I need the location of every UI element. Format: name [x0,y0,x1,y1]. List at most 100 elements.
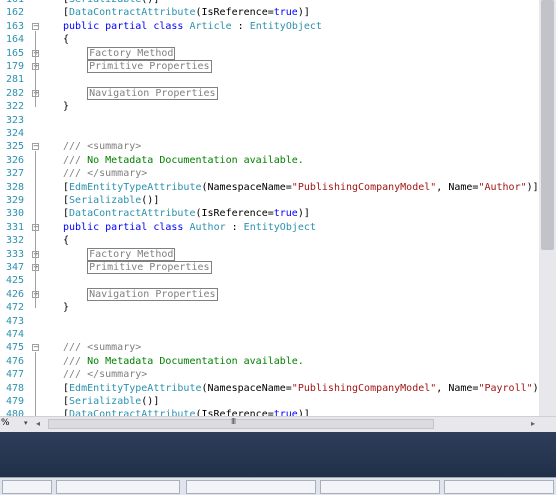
line-number: 426 [6,288,25,300]
code-line[interactable]: 332 { [0,234,539,247]
code-token: public [63,221,100,233]
code-text: /// <summary> [63,140,141,153]
code-line[interactable]: 474 [0,328,539,341]
code-line[interactable]: 480 [DataContractAttribute(IsReference=tr… [0,408,539,416]
code-token: )] [297,409,310,416]
code-line[interactable]: 326 /// No Metadata Documentation availab… [0,154,539,167]
taskbar-button[interactable] [444,480,554,494]
collapsed-region[interactable]: Navigation Properties [87,287,218,301]
code-token: "Payroll" [478,382,533,394]
code-text: } [63,301,69,314]
scroll-left-arrow-icon[interactable]: ◂ [36,419,40,428]
code-token: Serializable [69,0,141,5]
line-number: 324 [6,128,25,139]
code-line[interactable]: 476 /// No Metadata Documentation availab… [0,355,539,368]
code-line[interactable]: 324 [0,127,539,140]
line-number: 282 [6,87,25,99]
code-line[interactable]: 478 [EdmEntityTypeAttribute(NamespaceName… [0,382,539,395]
line-number: 162 [6,7,25,19]
code-text: /// </summary> [63,368,147,381]
code-token: partial [105,20,148,32]
code-line[interactable]: 472} [0,301,539,314]
code-token: DataContractAttribute [69,208,196,220]
code-line[interactable]: 329 [Serializable()] [0,194,539,207]
line-number: 281 [6,74,25,86]
output-panel-header [0,432,556,477]
code-line[interactable]: 479 [Serializable()] [0,395,539,408]
code-line[interactable]: 165+ Factory Method [0,46,539,60]
code-line[interactable]: 162 [DataContractAttribute(IsReference=tr… [0,6,539,19]
code-line[interactable]: 333+ Factory Method [0,247,539,261]
taskbar-button[interactable] [56,480,180,494]
code-token: true [273,7,298,19]
code-line[interactable]: 425 [0,274,539,287]
horizontal-scroll-thumb[interactable] [48,419,434,429]
outline-guide [35,30,36,108]
collapsed-region[interactable]: Navigation Properties [87,86,218,100]
collapsed-region[interactable]: Primitive Properties [87,60,212,73]
code-line[interactable]: 426+ Navigation Properties [0,287,539,301]
vertical-scroll-thumb[interactable] [541,0,554,250]
code-token: (IsReference= [195,7,274,19]
code-token: true [273,208,298,220]
code-line[interactable]: 322} [0,100,539,113]
taskbar-button[interactable] [320,480,440,494]
code-token: No Metadata Documentation available. [87,355,304,367]
collapsed-region[interactable]: Factory Method [87,247,176,261]
code-line[interactable]: 347+ Primitive Properties [0,261,539,274]
code-editor[interactable]: 161[Serializable()]162[DataContractAttri… [0,0,539,416]
taskbar-button[interactable] [2,480,52,494]
code-text: [DataContractAttribute(IsReference=true)… [63,6,310,19]
code-token: "PublishingCompanyModel" [291,382,437,394]
code-line[interactable]: 477 /// </summary> [0,368,539,381]
code-token: /// </summary> [63,168,148,180]
zoom-dropdown-icon[interactable]: ▾ [24,419,28,427]
code-token: )] [526,181,539,193]
code-line[interactable]: 331−public partial class Author : Entity… [0,221,539,234]
line-number: 479 [6,396,25,407]
collapse-outline-icon[interactable]: − [32,143,39,151]
code-line[interactable]: 163− public partial class Article : Entit… [0,20,539,33]
scroll-right-arrow-icon[interactable]: ▸ [531,419,535,428]
code-line[interactable]: 473 [0,315,539,328]
code-line[interactable]: 475− /// <summary> [0,341,539,354]
code-token: { [63,34,70,46]
code-line[interactable]: 282+ Navigation Properties [0,86,539,100]
line-number: 472 [6,302,25,314]
zoom-level[interactable]: % [1,418,10,428]
code-text: } [63,100,69,113]
taskbar-button[interactable] [186,480,316,494]
code-line[interactable]: 323 [0,114,539,127]
code-token: ()] [141,396,160,407]
line-number: 329 [6,195,25,206]
code-text: [EdmEntityTypeAttribute(NamespaceName="P… [63,181,539,194]
line-number: 473 [6,315,25,327]
code-token: : [231,20,250,32]
code-token: /// <summary> [63,141,142,153]
code-text: { [63,234,69,247]
code-line[interactable]: 330 [DataContractAttribute(IsReference=tr… [0,207,539,220]
line-number: 478 [6,382,25,394]
code-token: /// [63,355,88,367]
code-line[interactable]: 281 [0,73,539,86]
code-line[interactable]: 325− /// <summary> [0,140,539,153]
line-number: 475 [6,342,25,354]
collapsed-region[interactable]: Factory Method [87,46,176,60]
line-number: 179 [6,61,25,72]
code-line[interactable]: 164 { [0,33,539,46]
code-token: DataContractAttribute [69,409,196,416]
code-line[interactable]: 179+ Primitive Properties [0,60,539,73]
line-number: 323 [6,114,25,126]
code-token: } [63,101,70,113]
code-token: (IsReference= [195,208,274,220]
code-text: public partial class Article : EntityObj… [63,20,322,33]
collapse-outline-icon[interactable]: − [32,22,39,30]
collapsed-region[interactable]: Primitive Properties [87,261,212,274]
collapse-outline-icon[interactable]: − [32,344,39,352]
line-number: 163 [6,20,25,32]
code-line[interactable]: 328 [EdmEntityTypeAttribute(NamespaceName… [0,181,539,194]
code-line[interactable]: 327 /// </summary> [0,167,539,180]
code-token: ()] [141,0,159,5]
code-text: [EdmEntityTypeAttribute(NamespaceName="P… [63,382,539,395]
